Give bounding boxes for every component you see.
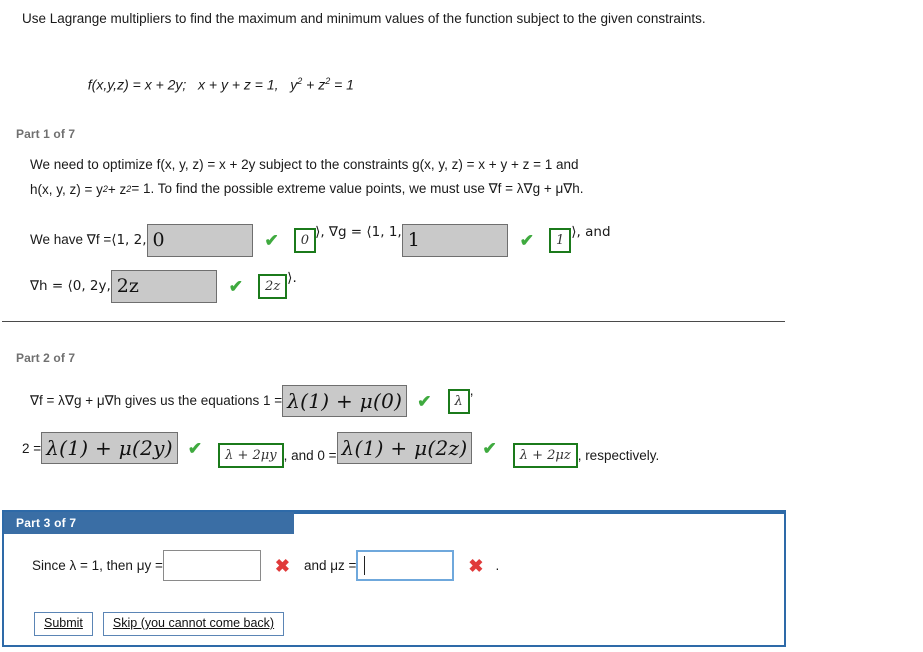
grad-f-input-value: 0 <box>152 228 165 251</box>
part-2-equation-row-2: 2 = λ(1) + μ(2y) ✔ λ + 2μy , and 0 = λ(1… <box>22 430 660 468</box>
grad-g-correct-value: 1 <box>555 232 565 248</box>
text-cursor <box>364 556 366 575</box>
grad-f-correct-chip: 0 <box>293 227 317 253</box>
submit-button[interactable]: Submit <box>34 612 93 636</box>
equation-3-correct-chip: λ + 2μz <box>512 442 578 468</box>
equation-2-input-value: λ(1) + μ(2y) <box>46 436 173 460</box>
part-2-equation-row-1: ∇f = λ∇g + μ∇h gives us the equations 1 … <box>30 383 474 419</box>
question-prompt: Use Lagrange multipliers to find the max… <box>22 8 722 30</box>
equation-1-correct-chip: λ <box>447 388 470 414</box>
part-2-lead-text: ∇f = λ∇g + μ∇h gives us the equations 1 … <box>30 393 283 408</box>
formula-h-tail: = 1 <box>330 76 354 93</box>
part-1-gradient-row-2: ∇h = ⟨0, 2y, 2z ✔ 2z ⟩. <box>30 268 297 304</box>
formula-g: x + y + z = 1, <box>198 76 279 93</box>
grad-f-input[interactable]: 0 <box>146 223 253 257</box>
section-divider-1 <box>2 321 785 322</box>
equation-1-input[interactable]: λ(1) + μ(0) <box>282 385 408 417</box>
grad-g-input[interactable]: 1 <box>401 223 508 257</box>
equation-3-input[interactable]: λ(1) + μ(2z) <box>336 432 473 464</box>
equation-3-suffix: , respectively. <box>577 447 660 463</box>
grad-g-input-value: 1 <box>407 228 420 251</box>
problem-formula: f(x,y,z) = x + 2y; x + y + z = 1, y2 + z… <box>80 60 354 93</box>
grad-h-input[interactable]: 2z <box>110 269 217 303</box>
grad-h-correct-chip: 2z <box>258 273 288 299</box>
grad-h-prefix: ∇h = ⟨0, 2y, <box>30 278 111 294</box>
prompt-text: Use Lagrange multipliers to find the max… <box>22 11 706 26</box>
equation-1-check-icon: ✔ <box>417 391 432 411</box>
equation-2-prefix: 2 = <box>22 440 42 456</box>
mu-y-cross-icon: ✖ <box>274 555 290 576</box>
part-3-sentence-prefix: Since λ = 1, then μy = <box>32 558 163 573</box>
equation-1-suffix: , <box>469 383 474 398</box>
equation-1-correct-value: λ <box>454 393 463 409</box>
equation-2-suffix: , and 0 = <box>283 447 337 463</box>
grad-g-suffix: ⟩, and <box>571 224 611 240</box>
equation-2-check-icon: ✔ <box>187 438 203 458</box>
equation-3-check-icon: ✔ <box>482 438 497 458</box>
part-1-sentence-a-text: We need to optimize f(x, y, z) = x + 2y … <box>30 157 579 172</box>
grad-f-prefix: ⟨1, 2, <box>111 232 147 248</box>
part-3-button-bar: Submit Skip (you cannot come back) <box>34 612 285 636</box>
mu-z-cross-icon: ✖ <box>468 555 484 576</box>
grad-f-check-icon: ✔ <box>264 230 279 250</box>
equation-2-input[interactable]: λ(1) + μ(2y) <box>41 432 178 464</box>
part-3-question-row: Since λ = 1, then μy = ✖ and μz = ✖ . <box>32 550 499 581</box>
part-3-header-rule <box>294 512 784 514</box>
grad-f-correct-value: 0 <box>300 232 310 248</box>
part-3-sentence-mid: and μz = <box>303 558 357 573</box>
grad-g-prefix: ⟩, ∇g = ⟨1, 1, <box>315 224 402 240</box>
part-3-label: Part 3 of 7 <box>16 516 77 530</box>
equation-2-correct-value: λ + 2μy <box>225 447 277 463</box>
skip-button[interactable]: Skip (you cannot come back) <box>102 612 285 636</box>
grad-g-correct-chip: 1 <box>548 227 572 253</box>
part-3-header: Part 3 of 7 <box>4 512 294 534</box>
part-3-sentence-end: . <box>495 558 500 573</box>
mu-y-input[interactable] <box>162 550 261 581</box>
part-1-sentence-b-post: = 1. To find the possible extreme value … <box>131 181 584 196</box>
equation-3-correct-value: λ + 2μz <box>519 447 571 463</box>
mu-z-input[interactable] <box>356 550 455 581</box>
equation-2-correct-chip: λ + 2μy <box>218 442 284 468</box>
formula-f: f(x,y,z) = x + 2y; <box>87 76 187 93</box>
formula-h-mid: + z <box>302 76 326 93</box>
part-1-sentence-a: We need to optimize f(x, y, z) = x + 2y … <box>30 157 579 172</box>
part-1-sentence-b-pre: h(x, y, z) = y <box>30 181 103 197</box>
grad-h-check-icon: ✔ <box>228 276 244 296</box>
part-1-label: Part 1 of 7 <box>16 127 76 141</box>
grad-h-suffix: ⟩. <box>287 270 297 286</box>
part-2-label: Part 2 of 7 <box>16 351 76 365</box>
we-have-label: We have ∇f = <box>30 232 112 247</box>
grad-h-correct-value: 2z <box>265 278 281 294</box>
part-1-sentence-b: h(x, y, z) = y2 + z2 = 1. To find the po… <box>30 181 584 197</box>
equation-3-input-value: λ(1) + μ(2z) <box>341 436 468 460</box>
part-3-panel: Part 3 of 7 Since λ = 1, then μy = ✖ and… <box>2 510 786 647</box>
part-1-sentence-b-mid: + z <box>107 181 127 197</box>
grad-h-input-value: 2z <box>116 274 139 297</box>
equation-1-input-value: λ(1) + μ(0) <box>287 389 403 413</box>
part-1-gradient-row-1: We have ∇f = ⟨1, 2, 0 ✔ 0 ⟩, ∇g = ⟨1, 1,… <box>30 222 611 258</box>
grad-g-check-icon: ✔ <box>519 230 534 250</box>
